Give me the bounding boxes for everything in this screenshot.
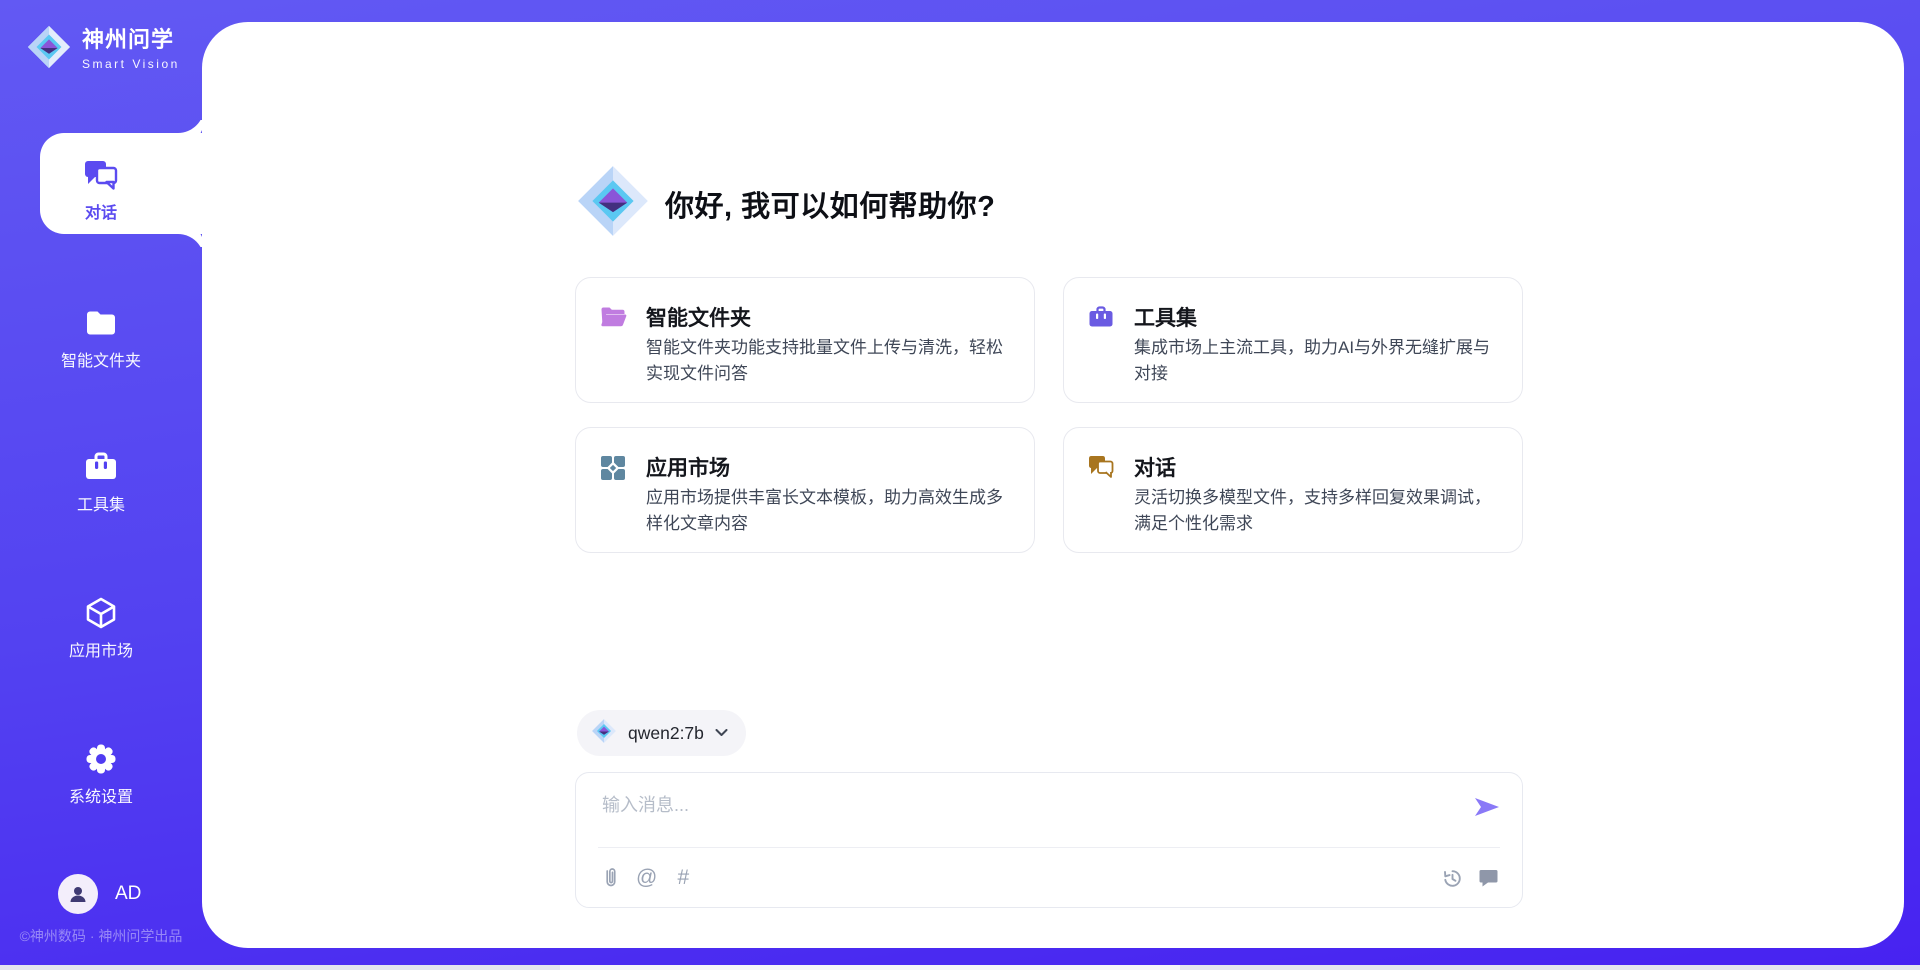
card-title: 应用市场 [646, 452, 730, 482]
cube-icon [84, 596, 118, 630]
mention-button[interactable]: @ [636, 865, 657, 891]
model-name: qwen2:7b [628, 723, 704, 744]
greeting-block: 你好, 我可以如何帮助你? [575, 162, 995, 245]
brand-diamond-icon [575, 162, 651, 245]
card-title: 智能文件夹 [646, 302, 751, 332]
card-description: 集成市场上主流工具，助力AI与外界无缝扩展与对接 [1134, 335, 1506, 387]
card-smart-folder[interactable]: 智能文件夹 智能文件夹功能支持批量文件上传与清洗，轻松实现文件问答 [575, 277, 1035, 403]
horizontal-scrollbar[interactable] [0, 965, 1920, 970]
card-chat[interactable]: 对话 灵活切换多模型文件，支持多样回复效果调试，满足个性化需求 [1063, 427, 1523, 553]
composer-divider [598, 847, 1500, 848]
sidebar-item-toolset[interactable]: 工具集 [0, 450, 202, 515]
gear-icon [84, 742, 118, 776]
card-title: 对话 [1134, 452, 1176, 482]
message-input[interactable] [600, 789, 1444, 841]
sidebar-footer: ©神州数码 · 神州问学出品 [0, 926, 202, 946]
sidebar-item-label: 对话 [85, 199, 117, 223]
chat-icon [83, 158, 119, 192]
briefcase-icon [83, 450, 119, 484]
sidebar-item-label: 智能文件夹 [61, 347, 141, 371]
chat-icon [1088, 455, 1116, 481]
send-icon [1474, 797, 1500, 817]
sidebar-item-label: 应用市场 [69, 637, 133, 661]
brand-diamond-icon [591, 718, 617, 749]
card-title: 工具集 [1134, 302, 1197, 332]
brand-logo: 神州问学 Smart Vision [26, 24, 180, 75]
send-button[interactable] [1474, 797, 1500, 817]
avatar [58, 874, 98, 914]
attachment-button[interactable] [600, 865, 620, 891]
folder-icon [84, 306, 118, 340]
app-window: 神州问学 Smart Vision 对话 智能文件夹 [0, 0, 1920, 970]
card-description: 灵活切换多模型文件，支持多样回复效果调试，满足个性化需求 [1134, 485, 1506, 537]
user-account[interactable]: AD [58, 874, 141, 914]
sidebar: 神州问学 Smart Vision 对话 智能文件夹 [0, 0, 202, 970]
sidebar-item-settings[interactable]: 系统设置 [0, 742, 202, 807]
sidebar-item-app-market[interactable]: 应用市场 [0, 596, 202, 661]
brand-title: 神州问学 [82, 28, 180, 52]
greeting-text: 你好, 我可以如何帮助你? [665, 183, 995, 225]
at-icon: @ [636, 866, 657, 890]
app-grid-icon [600, 455, 628, 481]
hash-button[interactable]: # [673, 865, 693, 891]
card-toolset[interactable]: 工具集 集成市场上主流工具，助力AI与外界无缝扩展与对接 [1063, 277, 1523, 403]
paperclip-icon [603, 866, 618, 890]
feature-cards: 智能文件夹 智能文件夹功能支持批量文件上传与清洗，轻松实现文件问答 工具集 集成… [575, 277, 1523, 553]
user-name: AD [115, 883, 141, 905]
quick-replies-button[interactable] [1478, 865, 1498, 891]
hash-icon: # [677, 866, 689, 890]
composer-right-tools [1442, 865, 1498, 891]
folder-open-icon [600, 305, 628, 331]
message-composer: @ # [575, 772, 1523, 908]
history-button[interactable] [1442, 865, 1463, 891]
model-selector[interactable]: qwen2:7b [577, 710, 746, 756]
brand-diamond-icon [26, 24, 72, 75]
card-description: 应用市场提供丰富长文本模板，助力高效生成多样化文章内容 [646, 485, 1018, 537]
card-app-market[interactable]: 应用市场 应用市场提供丰富长文本模板，助力高效生成多样化文章内容 [575, 427, 1035, 553]
chevron-down-icon [715, 724, 728, 742]
speech-bubble-icon [1479, 869, 1498, 887]
person-icon [67, 883, 89, 905]
history-icon [1442, 868, 1463, 889]
briefcase-icon [1088, 305, 1116, 331]
card-description: 智能文件夹功能支持批量文件上传与清洗，轻松实现文件问答 [646, 335, 1018, 387]
main-panel: 你好, 我可以如何帮助你? 智能文件夹 智能文件夹功能支持批量文件上传与清洗，轻… [202, 22, 1904, 948]
sidebar-item-chat[interactable]: 对话 [0, 158, 202, 223]
composer-left-tools: @ # [600, 865, 693, 891]
brand-subtitle: Smart Vision [82, 58, 180, 71]
sidebar-item-smart-folder[interactable]: 智能文件夹 [0, 306, 202, 371]
scrollbar-thumb[interactable] [560, 965, 1180, 970]
sidebar-item-label: 工具集 [77, 491, 125, 515]
sidebar-item-label: 系统设置 [69, 783, 133, 807]
